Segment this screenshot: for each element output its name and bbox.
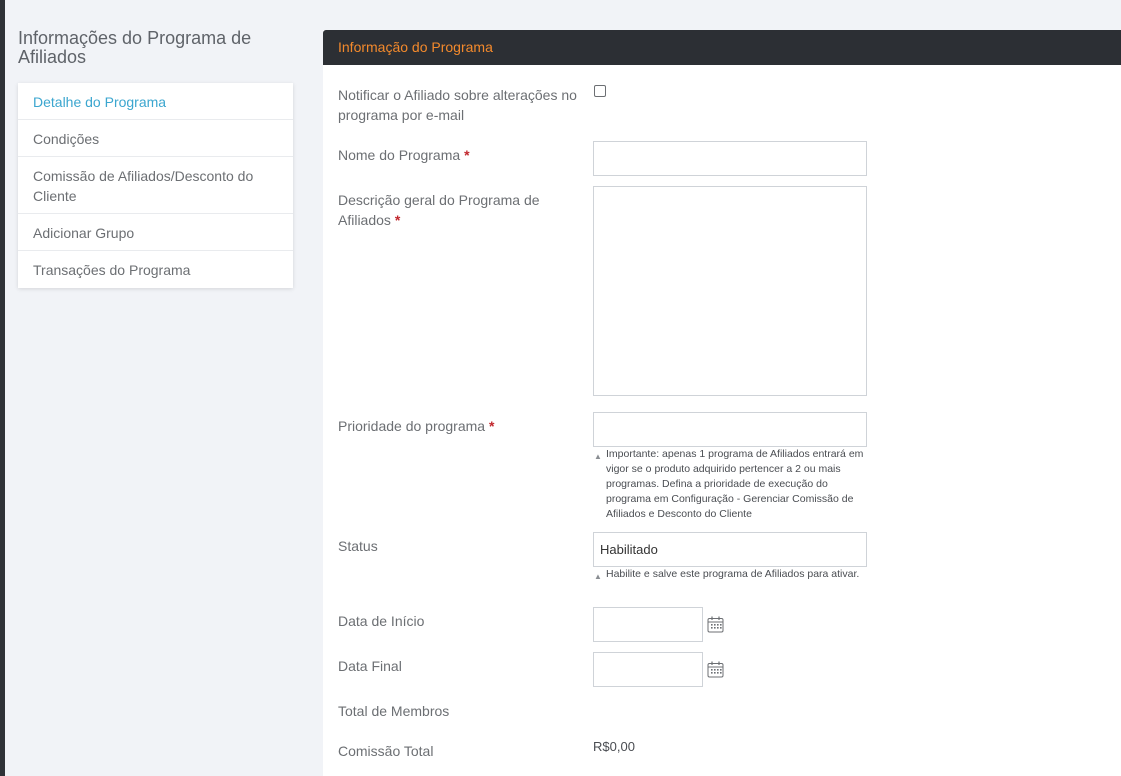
left-edge-bar: [0, 0, 5, 776]
required-mark: *: [394, 212, 401, 228]
start-date-label: Data de Início: [338, 613, 425, 629]
priority-field-wrap: [593, 412, 867, 447]
end-date-field-wrap: [593, 652, 724, 687]
description-label-text: Descrição geral do Programa de Afiliados: [338, 192, 540, 228]
sidebar-item-program-transactions[interactable]: Transações do Programa: [18, 251, 293, 288]
total-commission-label: Comissão Total: [338, 743, 434, 759]
required-mark: *: [464, 147, 470, 163]
program-name-label: Nome do Programa *: [338, 145, 583, 165]
program-name-input[interactable]: [593, 141, 867, 176]
start-date-input[interactable]: [593, 607, 703, 642]
sidebar-title: Informações do Programa de Afiliados: [18, 28, 252, 67]
total-members-label: Total de Membros: [338, 703, 450, 719]
status-hint-text: Habilite e salve este programa de Afilia…: [606, 568, 860, 580]
status-select[interactable]: Habilitado: [593, 532, 867, 567]
sidebar-item-commission-discount[interactable]: Comissão de Afiliados/Desconto do Client…: [18, 157, 293, 214]
priority-input[interactable]: [593, 412, 867, 447]
program-info-panel: Informação do Programa Notificar o Afili…: [323, 30, 1121, 776]
end-date-input[interactable]: [593, 652, 703, 687]
priority-hint-text: Importante: apenas 1 programa de Afiliad…: [606, 448, 864, 520]
calendar-icon[interactable]: [707, 616, 724, 633]
status-hint: ▲ Habilite e salve este programa de Afil…: [593, 567, 867, 582]
description-field-wrap: [593, 186, 867, 396]
calendar-icon[interactable]: [707, 661, 724, 678]
priority-label: Prioridade do programa *: [338, 416, 583, 436]
description-label: Descrição geral do Programa de Afiliados…: [338, 190, 583, 230]
triangle-up-icon: ▲: [594, 572, 602, 581]
total-commission-value: R$0,00: [593, 739, 635, 754]
triangle-up-icon: ▲: [594, 452, 602, 461]
status-label: Status: [338, 538, 378, 554]
priority-label-text: Prioridade do programa: [338, 418, 486, 434]
sidebar-menu: Detalhe do Programa Condições Comissão d…: [18, 83, 293, 288]
end-date-label: Data Final: [338, 658, 402, 674]
description-textarea[interactable]: [593, 186, 867, 396]
sidebar-item-add-group[interactable]: Adicionar Grupo: [18, 214, 293, 251]
status-field-wrap: Habilitado: [593, 532, 867, 567]
program-name-label-text: Nome do Programa: [338, 147, 461, 163]
start-date-field-wrap: [593, 607, 724, 642]
panel-title: Informação do Programa: [323, 30, 1121, 65]
notify-checkbox[interactable]: [594, 85, 606, 97]
notify-label: Notificar o Afiliado sobre alterações no…: [338, 87, 577, 123]
priority-hint: ▲ Importante: apenas 1 programa de Afili…: [593, 447, 867, 522]
required-mark: *: [488, 418, 495, 434]
sidebar-item-program-detail[interactable]: Detalhe do Programa: [18, 83, 293, 120]
sidebar-item-conditions[interactable]: Condições: [18, 120, 293, 157]
program-name-field-wrap: [593, 141, 867, 176]
